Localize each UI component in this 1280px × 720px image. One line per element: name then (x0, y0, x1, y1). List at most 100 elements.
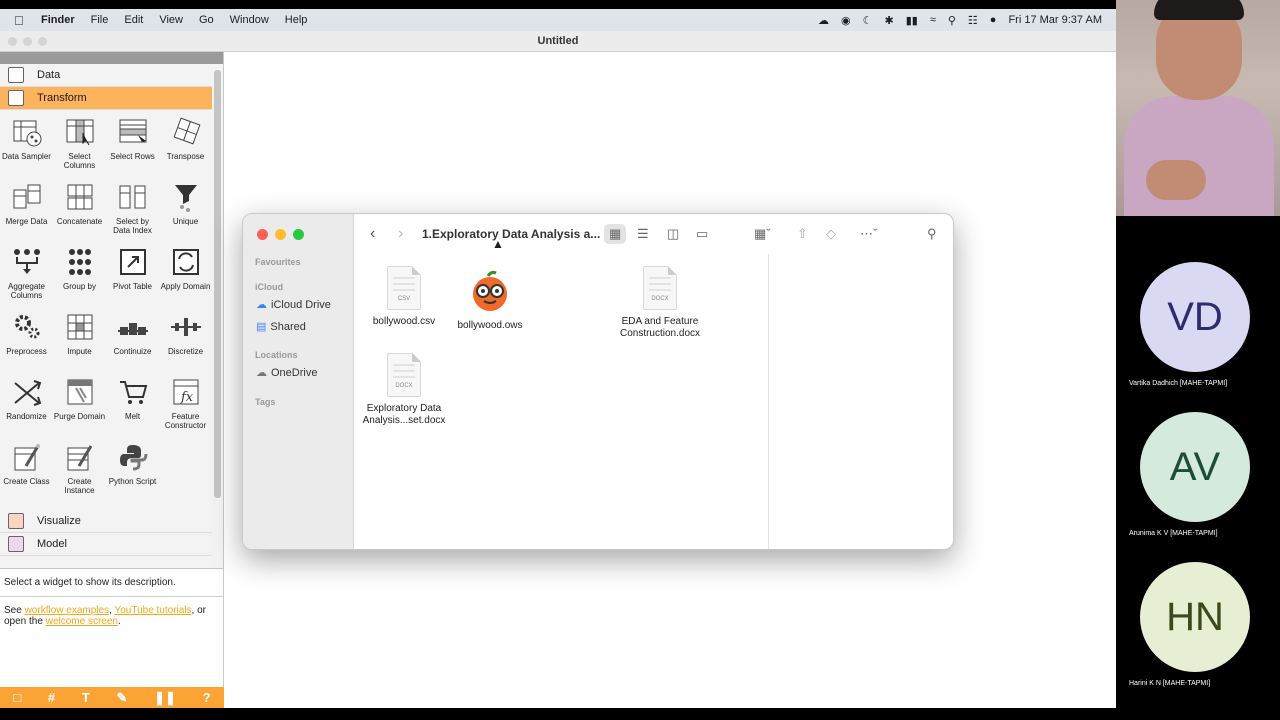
widget-continuize[interactable]: Continuize (106, 309, 159, 374)
bluetooth-icon[interactable]: ✱ (884, 14, 893, 27)
sidebar-item-icloud-drive[interactable]: ☁ iCloud Drive (256, 298, 331, 312)
file-item[interactable]: DOCX EDA and Feature Construction.docx (612, 266, 708, 340)
widget-preprocess[interactable]: Preprocess (0, 309, 53, 374)
minimize-button[interactable] (23, 37, 32, 46)
control-center-icon[interactable]: ☷ (968, 14, 978, 27)
category-visualize[interactable]: Visualize (0, 510, 212, 533)
widget-feature-constructor[interactable]: fx Feature Constructor (159, 374, 212, 439)
text-annotation-icon[interactable]: T (82, 690, 90, 705)
widget-impute[interactable]: Impute (53, 309, 106, 374)
canvas-tools-bar: □ # T ✎ ❚❚ ? (0, 687, 224, 708)
toolbox-scrollbar[interactable] (214, 70, 221, 498)
grid-icon[interactable]: # (48, 690, 55, 705)
help-icon[interactable]: ? (203, 690, 211, 705)
info-icon[interactable]: □ (13, 690, 21, 705)
participant-tile[interactable]: VD Vartika Dadhich [MAHE-TAPMI] (1116, 250, 1280, 400)
workflow-examples-link[interactable]: workflow examples (25, 605, 109, 616)
widget-data-sampler[interactable]: Data Sampler (0, 114, 53, 179)
widget-label: Unique (172, 217, 199, 226)
menu-file[interactable]: File (91, 14, 109, 26)
widget-select-rows[interactable]: Select Rows (106, 114, 159, 179)
widget-create-class[interactable]: Create Class (0, 439, 53, 504)
widget-concatenate[interactable]: Concatenate (53, 179, 106, 244)
widget-randomize[interactable]: Randomize (0, 374, 53, 439)
widget-label: Python Script (108, 477, 157, 486)
widget-apply-domain[interactable]: Apply Domain (159, 244, 212, 309)
share-icon[interactable]: ⇧ (797, 226, 808, 242)
menu-app-name[interactable]: Finder (41, 14, 75, 26)
category-model[interactable]: Model (0, 533, 212, 556)
arrow-annotation-icon[interactable]: ✎ (117, 690, 128, 706)
list-view-icon[interactable]: ☰ (637, 226, 649, 242)
transpose-icon (170, 116, 202, 148)
widget-group-by[interactable]: Group by (53, 244, 106, 309)
gallery-view-icon[interactable]: ▭ (696, 226, 708, 242)
battery-icon[interactable]: ▮▮ (906, 14, 918, 27)
group-icon[interactable]: ▦ˇ (754, 226, 771, 242)
cloud-icon[interactable]: ☁ (818, 14, 829, 27)
welcome-screen-link[interactable]: welcome screen (46, 616, 118, 627)
widget-create-instance[interactable]: Create Instance (53, 439, 106, 504)
menu-view[interactable]: View (159, 14, 183, 26)
pause-icon[interactable]: ❚❚ (154, 690, 176, 706)
finder-zoom-button[interactable] (293, 229, 304, 240)
forward-icon[interactable]: › (398, 225, 403, 243)
impute-icon (64, 311, 96, 343)
widget-merge-data[interactable]: Merge Data (0, 179, 53, 244)
toolbox-grip[interactable] (0, 52, 223, 64)
column-view-icon[interactable]: ◫ (667, 226, 679, 242)
tag-icon[interactable]: ◇ (826, 226, 836, 242)
search-icon[interactable]: ⚲ (927, 226, 937, 242)
close-button[interactable] (8, 37, 17, 46)
zoom-button[interactable] (38, 37, 47, 46)
sidebar-item-shared[interactable]: ▤ Shared (256, 320, 306, 334)
file-item[interactable]: CSV bollywood.csv (356, 266, 452, 328)
widget-aggregate-columns[interactable]: Aggregate Columns (0, 244, 53, 309)
finder-folder-title: 1.Exploratory Data Analysis a... (422, 227, 601, 241)
participant-tile[interactable]: AV Arunima K V [MAHE-TAPMI] (1116, 400, 1280, 550)
widget-discretize[interactable]: Discretize (159, 309, 212, 374)
widget-select-columns[interactable]: Select Columns (53, 114, 106, 179)
file-item[interactable]: bollywood.ows (442, 270, 538, 332)
youtube-tutorials-link[interactable]: YouTube tutorials (114, 605, 191, 616)
widget-pivot-table[interactable]: Pivot Table (106, 244, 159, 309)
menu-help[interactable]: Help (285, 14, 308, 26)
participant-name: Vartika Dadhich [MAHE-TAPMI] (1129, 380, 1228, 387)
finder-minimize-button[interactable] (275, 229, 286, 240)
widget-label: Select Rows (110, 152, 155, 161)
sidebar-item-onedrive[interactable]: ☁ OneDrive (256, 366, 317, 380)
transform-icon (8, 90, 24, 106)
window-title: Untitled (537, 35, 579, 47)
menu-window[interactable]: Window (230, 14, 269, 26)
apple-icon[interactable]:  (14, 13, 30, 28)
widget-melt[interactable]: Melt (106, 374, 159, 439)
widget-label: Select by Data Index (113, 217, 152, 235)
grid-view-icon[interactable]: ▦ (609, 226, 621, 242)
finder-close-button[interactable] (257, 229, 268, 240)
widget-python-script[interactable]: Python Script (106, 439, 159, 504)
menu-edit[interactable]: Edit (124, 14, 143, 26)
create-class-icon (11, 441, 43, 473)
widget-select-by-data-index[interactable]: Select by Data Index (106, 179, 159, 244)
category-data[interactable]: Data (0, 64, 212, 87)
siri-icon[interactable]: ● (990, 14, 997, 26)
file-item[interactable]: DOCX Exploratory Data Analysis...set.doc… (356, 353, 452, 427)
widget-grid: Data Sampler Select Columns Select Rows … (0, 110, 212, 504)
wifi-icon[interactable]: ≈ (930, 14, 936, 26)
moon-icon[interactable]: ☾ (863, 14, 873, 27)
widget-label: Group by (63, 282, 96, 291)
widget-purge-domain[interactable]: Purge Domain (53, 374, 106, 439)
window-controls (8, 37, 47, 46)
sidebar-label: iCloud Drive (271, 298, 331, 311)
shuffle-icon (11, 376, 43, 408)
menubar-clock[interactable]: Fri 17 Mar 9:37 AM (1008, 14, 1102, 26)
widget-transpose[interactable]: Transpose (159, 114, 212, 179)
record-icon[interactable]: ◉ (841, 14, 851, 27)
participant-tile[interactable]: HN Harini K N [MAHE-TAPMI] (1116, 550, 1280, 700)
widget-unique[interactable]: Unique (159, 179, 212, 244)
spotlight-icon[interactable]: ⚲ (948, 14, 956, 27)
more-icon[interactable]: ⋯ˇ (860, 226, 877, 242)
menu-go[interactable]: Go (199, 14, 214, 26)
back-icon[interactable]: ‹ (370, 225, 375, 243)
category-transform[interactable]: Transform (0, 87, 212, 110)
